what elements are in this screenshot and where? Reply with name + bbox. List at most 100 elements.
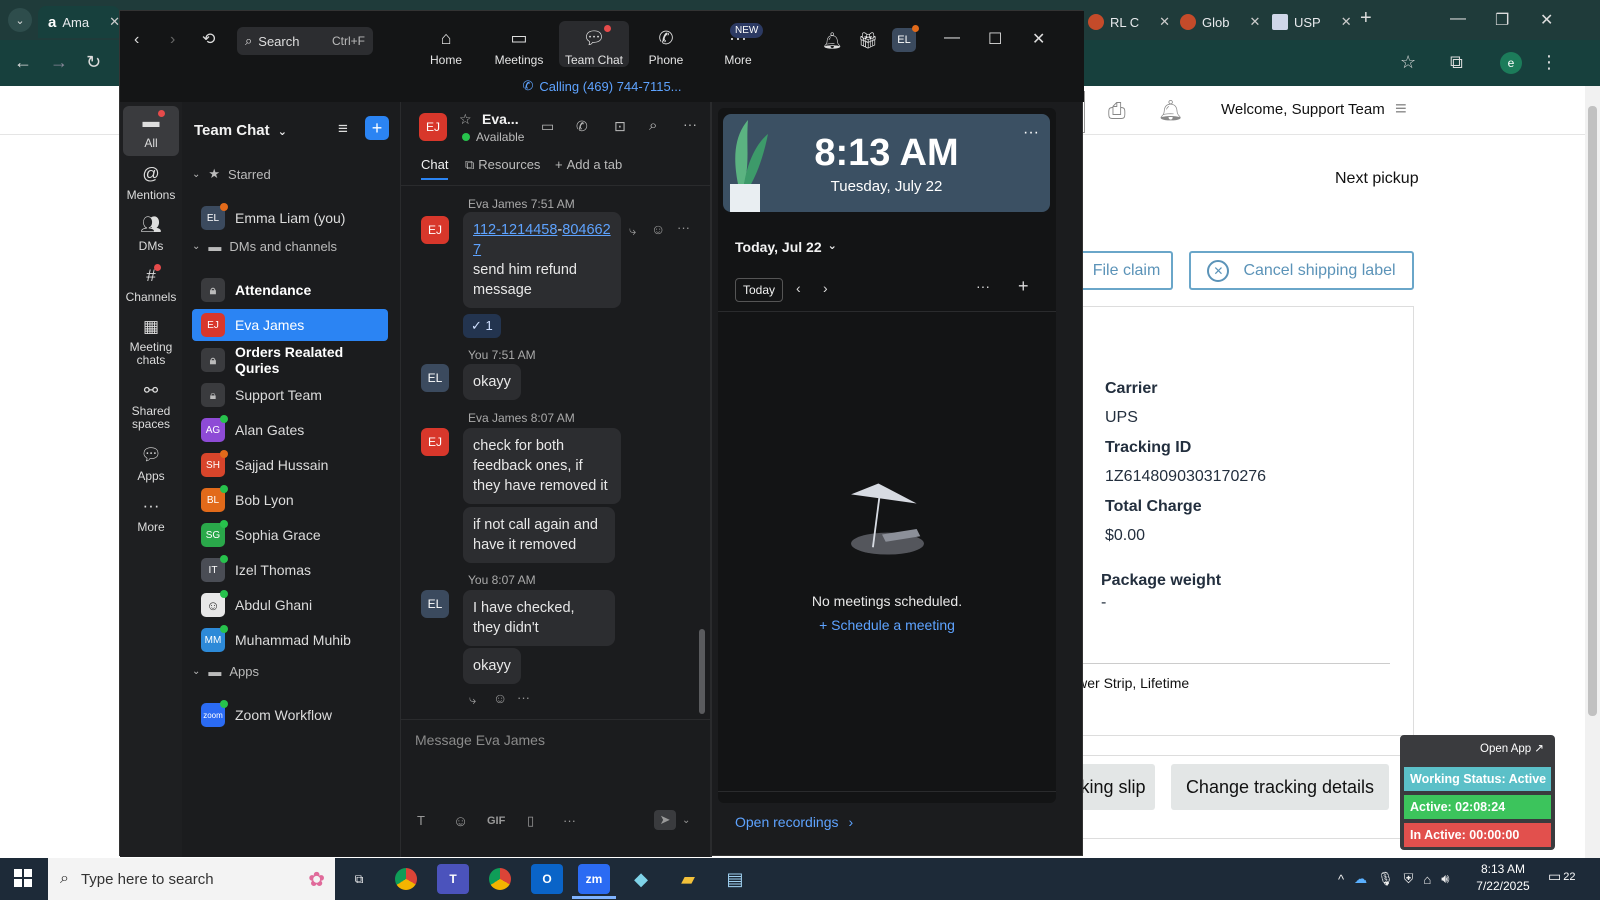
file-icon[interactable]: ▯ [527, 813, 534, 829]
today-header[interactable]: Today, Jul 22 ⌄ [735, 239, 837, 255]
calling-banner[interactable]: ✆ Calling (469) 744-7115... [120, 70, 1084, 102]
taskbar-search[interactable]: ⌕ Type here to search ✿ [48, 858, 335, 900]
rail-more[interactable]: ··· More [123, 496, 179, 534]
calendar-more-icon[interactable]: ··· [976, 278, 990, 294]
tracking-id-value[interactable]: 1Z6148090303170276 [1105, 468, 1266, 486]
message-bubble[interactable]: 112-1214458-8046627 send him refund mess… [463, 212, 621, 308]
add-event-icon[interactable]: + [1018, 276, 1029, 297]
bell-icon[interactable]: 🔔︎ [1158, 98, 1183, 123]
tab-chat[interactable]: Chat [421, 157, 449, 180]
send-options-chevron-icon[interactable]: ⌄ [682, 815, 690, 826]
tab-resources[interactable]: ⧉ Resources [465, 157, 540, 173]
browser-menu-icon[interactable]: ⋮ [1540, 52, 1558, 73]
gift-icon[interactable]: 🎁︎ [858, 31, 878, 51]
hamburger-menu-icon[interactable]: ≡ [1395, 98, 1407, 121]
message-more-icon[interactable]: ··· [677, 220, 690, 235]
browser-tab-rl[interactable]: RL C ✕ [1078, 6, 1180, 38]
page-scrollbar[interactable] [1585, 86, 1600, 858]
print-icon[interactable]: ⎙ [1108, 98, 1126, 124]
chat-more-icon[interactable]: ··· [683, 116, 697, 132]
history-icon[interactable]: ⟲ [202, 29, 215, 49]
contact-avatar[interactable]: EJ [419, 113, 447, 141]
security-icon[interactable]: ⛨ [1404, 871, 1414, 887]
file-explorer-icon[interactable]: ▰ [672, 864, 704, 894]
message-more-icon[interactable]: ··· [517, 690, 530, 705]
outlook-icon[interactable]: O [531, 864, 563, 894]
zoom-maximize-icon[interactable]: ☐ [988, 29, 1002, 49]
new-tab-button[interactable]: + [1360, 7, 1372, 30]
browser-tab-amazon[interactable]: a Ama ✕ [38, 6, 120, 38]
rail-channels[interactable]: # Channels [123, 264, 179, 304]
forward-icon[interactable]: → [50, 52, 68, 73]
message-input[interactable] [415, 728, 695, 752]
nav-home[interactable]: ⌂ Home [416, 21, 476, 67]
rail-apps[interactable]: 💬︎ Apps [123, 445, 179, 483]
send-icon[interactable]: ➤ [654, 810, 676, 830]
chat-item-emma-liam[interactable]: EL Emma Liam (you) [192, 202, 388, 234]
reply-icon[interactable]: ⤷ [629, 223, 636, 239]
reaction-pill[interactable]: ✓ 1 [463, 314, 501, 338]
phone-call-icon[interactable]: ✆ [576, 118, 588, 135]
profile-avatar[interactable]: e [1500, 52, 1522, 74]
nav-phone[interactable]: ✆ Phone [636, 21, 696, 67]
browser-tab-usps[interactable]: USP ✕ [1262, 6, 1362, 38]
nav-meetings[interactable]: ▭ Meetings [489, 21, 549, 67]
rail-meeting-chats[interactable]: ▦ Meeting chats [123, 317, 179, 367]
tray-chevron-icon[interactable]: ^ [1338, 872, 1344, 887]
chat-item-sophia-grace[interactable]: SG Sophia Grace [192, 519, 388, 551]
composer-more-icon[interactable]: ··· [563, 813, 576, 828]
emoji-icon[interactable]: ☺ [453, 813, 468, 830]
channel-item-attendance[interactable]: 🔒︎ Attendance [192, 274, 388, 306]
tab-search-button[interactable]: ⌄ [8, 8, 32, 32]
zoom-minimize-icon[interactable]: — [944, 29, 960, 47]
open-recordings-link[interactable]: Open recordings › [735, 814, 853, 830]
open-app-button[interactable]: Open App ↗ [1480, 741, 1544, 755]
zoom-app-icon[interactable]: zm [578, 864, 610, 894]
back-icon[interactable]: ← [14, 52, 32, 73]
chat-item-izel-thomas[interactable]: IT Izel Thomas [192, 554, 388, 586]
notification-bell-icon[interactable]: 🔔︎ [822, 31, 842, 51]
rail-dms[interactable]: 👥︎ DMs [123, 215, 179, 253]
app-diamond-icon[interactable]: ◆ [625, 864, 657, 894]
prev-day-icon[interactable]: ‹ [796, 280, 801, 296]
order-link-1[interactable]: 112-1214458 [473, 222, 557, 238]
chrome-profile-icon[interactable] [484, 864, 516, 894]
message-bubble[interactable]: if not call again and have it removed [463, 507, 615, 563]
rail-all[interactable]: ▬ All [123, 106, 179, 156]
task-view-icon[interactable]: ⧉ [343, 864, 375, 894]
close-icon[interactable]: ✕ [1341, 14, 1352, 30]
close-icon[interactable]: ✕ [1159, 14, 1170, 30]
browser-tab-glob[interactable]: Glob ✕ [1170, 6, 1270, 38]
teams-icon[interactable]: T [437, 864, 469, 894]
emoji-react-icon[interactable]: ☺ [651, 221, 665, 237]
message-bubble[interactable]: check for both feedback ones, if they ha… [463, 428, 621, 504]
message-bubble[interactable]: okayy [463, 364, 521, 400]
restore-icon[interactable]: ❐ [1495, 10, 1509, 30]
cancel-shipping-label-button[interactable]: ✕ Cancel shipping label [1189, 251, 1414, 290]
today-button[interactable]: Today [735, 278, 783, 302]
change-tracking-details-button[interactable]: Change tracking details [1171, 764, 1389, 810]
zoom-forward-icon[interactable]: › [170, 31, 175, 49]
emoji-react-icon[interactable]: ☺ [493, 690, 507, 706]
chat-search-icon[interactable]: ⌕ [649, 117, 657, 134]
rail-shared-spaces[interactable]: ⚯ Shared spaces [123, 381, 179, 431]
section-starred[interactable]: ⌄ ★ Starred [192, 166, 271, 182]
close-window-icon[interactable]: ✕ [1540, 10, 1553, 30]
channel-item-orders[interactable]: 🔒︎ Orders Realated Quries [192, 344, 388, 376]
chat-item-bob-lyon[interactable]: BL Bob Lyon [192, 484, 388, 516]
schedule-meeting-link[interactable]: + Schedule a meeting [718, 617, 1056, 633]
chat-item-muhammad-muhib[interactable]: MM Muhammad Muhib [192, 624, 388, 656]
message-bubble[interactable]: I have checked, they didn't [463, 590, 615, 646]
next-day-icon[interactable]: › [823, 280, 828, 296]
zoom-close-icon[interactable]: ✕ [1032, 29, 1045, 49]
rail-mentions[interactable]: @ Mentions [123, 164, 179, 202]
team-chat-dropdown[interactable]: Team Chat ⌄ [194, 122, 287, 139]
chrome-icon[interactable] [390, 864, 422, 894]
bookmark-star-icon[interactable]: ☆ [1400, 52, 1416, 73]
network-icon[interactable]: ⌂ [1423, 872, 1431, 887]
gif-button[interactable]: GIF [487, 815, 505, 827]
notifications-icon[interactable]: ▭ 22 [1548, 868, 1575, 885]
clock-more-icon[interactable]: ··· [1023, 124, 1039, 142]
reload-icon[interactable]: ↻ [86, 52, 101, 73]
channel-item-support-team[interactable]: 🔒︎ Support Team [192, 379, 388, 411]
